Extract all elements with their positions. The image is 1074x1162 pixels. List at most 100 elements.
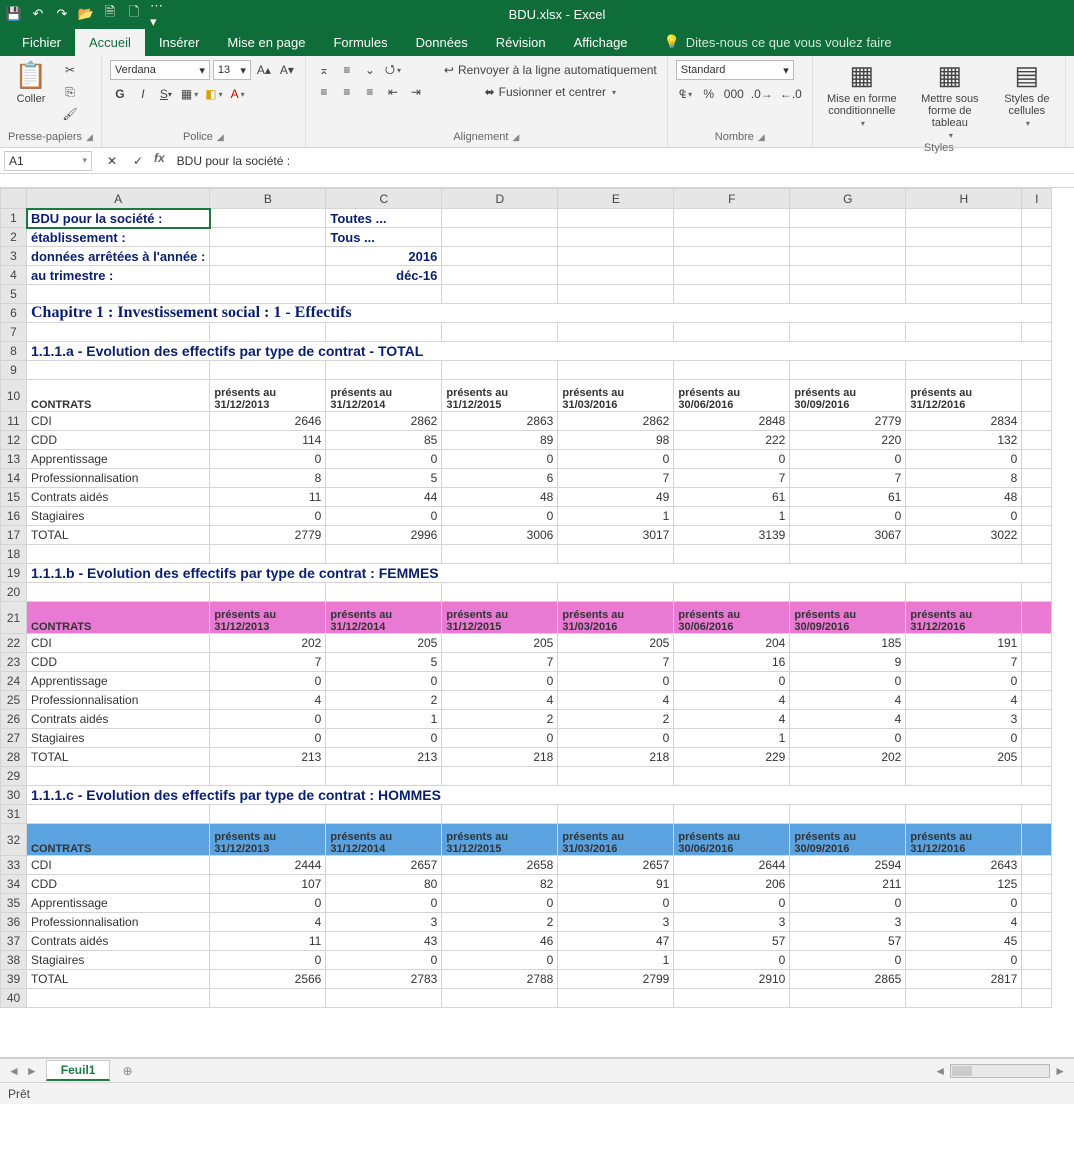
font-size-combo[interactable]: 13▾: [213, 60, 251, 80]
table-cell[interactable]: 2862: [558, 412, 674, 431]
borders-button[interactable]: ▦: [179, 84, 200, 104]
table-cell[interactable]: 80: [326, 875, 442, 894]
table-column-header[interactable]: présents au 30/06/2016: [674, 824, 790, 856]
table-cell[interactable]: 3: [326, 913, 442, 932]
table-cell[interactable]: 205: [558, 634, 674, 653]
table-cell[interactable]: 2444: [210, 856, 326, 875]
table-column-header[interactable]: présents au 30/09/2016: [790, 824, 906, 856]
table-row-label[interactable]: CDI: [27, 856, 210, 875]
table-cell[interactable]: 0: [210, 507, 326, 526]
table-row-label[interactable]: TOTAL: [27, 748, 210, 767]
table-cell[interactable]: 205: [906, 748, 1022, 767]
column-header[interactable]: D: [442, 189, 558, 209]
table-cell[interactable]: 0: [210, 672, 326, 691]
table-column-header[interactable]: présents au 30/09/2016: [790, 602, 906, 634]
cut-button[interactable]: ✂: [60, 60, 80, 80]
row-header[interactable]: 31: [1, 805, 27, 824]
open-icon[interactable]: 📂: [78, 6, 94, 22]
table-column-header[interactable]: présents au 31/12/2015: [442, 824, 558, 856]
tab-accueil[interactable]: Accueil: [75, 29, 145, 56]
scroll-right-icon[interactable]: ►: [1054, 1064, 1066, 1078]
indent-increase-button[interactable]: ⇥: [406, 82, 426, 102]
underline-button[interactable]: S▾: [156, 84, 176, 104]
row-header[interactable]: 40: [1, 989, 27, 1008]
tab-affichage[interactable]: Affichage: [560, 29, 642, 56]
table-cell[interactable]: 0: [558, 894, 674, 913]
table-cell[interactable]: 7: [558, 469, 674, 488]
align-top-button[interactable]: ⌅: [314, 60, 334, 80]
table-cell[interactable]: 1: [674, 507, 790, 526]
number-launcher-icon[interactable]: ◢: [758, 132, 765, 143]
number-format-combo[interactable]: Standard▾: [676, 60, 794, 80]
table-column-header[interactable]: présents au 31/12/2016: [906, 602, 1022, 634]
row-header[interactable]: 39: [1, 970, 27, 989]
row-header[interactable]: 16: [1, 507, 27, 526]
add-sheet-button[interactable]: ⊕: [118, 1062, 136, 1080]
row-header[interactable]: 10: [1, 380, 27, 412]
table-cell[interactable]: 0: [326, 894, 442, 913]
row-header[interactable]: 26: [1, 710, 27, 729]
name-box[interactable]: A1▾: [4, 151, 92, 171]
cell-styles-button[interactable]: ▤Styles de cellules: [997, 60, 1057, 128]
table-cell[interactable]: 0: [790, 507, 906, 526]
table-cell[interactable]: 0: [326, 951, 442, 970]
table-row-label[interactable]: Contrats aidés: [27, 710, 210, 729]
align-launcher-icon[interactable]: ◢: [512, 132, 519, 143]
cell[interactable]: Toutes ...: [326, 209, 442, 228]
decrease-decimal-button[interactable]: ←.0: [778, 84, 804, 104]
table-cell[interactable]: 11: [210, 932, 326, 951]
table-cell[interactable]: 61: [790, 488, 906, 507]
table-row-label[interactable]: Stagiaires: [27, 951, 210, 970]
table-cell[interactable]: 2: [558, 710, 674, 729]
table-cell[interactable]: 4: [674, 691, 790, 710]
table-corner-label[interactable]: CONTRATS: [27, 602, 210, 634]
table-column-header[interactable]: présents au 31/12/2013: [210, 602, 326, 634]
row-header[interactable]: 32: [1, 824, 27, 856]
table-cell[interactable]: 4: [790, 691, 906, 710]
row-header[interactable]: 34: [1, 875, 27, 894]
cell[interactable]: au trimestre :: [27, 266, 210, 285]
table-column-header[interactable]: présents au 31/12/2015: [442, 602, 558, 634]
row-header[interactable]: 28: [1, 748, 27, 767]
table-cell[interactable]: 2657: [326, 856, 442, 875]
table-cell[interactable]: 2848: [674, 412, 790, 431]
table-cell[interactable]: 1: [326, 710, 442, 729]
table-cell[interactable]: 16: [674, 653, 790, 672]
cell[interactable]: Tous ...: [326, 228, 442, 247]
table-column-header[interactable]: présents au 31/12/2014: [326, 602, 442, 634]
table-cell[interactable]: 222: [674, 431, 790, 450]
table-cell[interactable]: 114: [210, 431, 326, 450]
table-cell[interactable]: 3: [906, 710, 1022, 729]
table-cell[interactable]: 98: [558, 431, 674, 450]
font-name-combo[interactable]: Verdana▾: [110, 60, 210, 80]
table-cell[interactable]: 0: [442, 894, 558, 913]
table-cell[interactable]: 191: [906, 634, 1022, 653]
table-cell[interactable]: 0: [790, 729, 906, 748]
thousands-button[interactable]: 000: [722, 84, 746, 104]
table-row-label[interactable]: Apprentissage: [27, 672, 210, 691]
table-cell[interactable]: 1: [558, 951, 674, 970]
table-row-label[interactable]: Professionnalisation: [27, 913, 210, 932]
table-column-header[interactable]: présents au 31/12/2015: [442, 380, 558, 412]
table-cell[interactable]: 3017: [558, 526, 674, 545]
table-cell[interactable]: 2657: [558, 856, 674, 875]
row-header[interactable]: 5: [1, 285, 27, 304]
chapter-heading[interactable]: Chapitre 1 : Investissement social : 1 -…: [27, 304, 1052, 323]
increase-font-button[interactable]: A▴: [254, 60, 274, 80]
qat-customize-icon[interactable]: ⋯▾: [150, 6, 166, 22]
row-header[interactable]: 2: [1, 228, 27, 247]
table-cell[interactable]: 0: [442, 450, 558, 469]
table-cell[interactable]: 125: [906, 875, 1022, 894]
table-cell[interactable]: 211: [790, 875, 906, 894]
table-cell[interactable]: 0: [442, 729, 558, 748]
table-cell[interactable]: 3: [558, 913, 674, 932]
table-cell[interactable]: 0: [674, 951, 790, 970]
align-left-button[interactable]: ≡: [314, 82, 334, 102]
italic-button[interactable]: I: [133, 84, 153, 104]
table-cell[interactable]: 0: [790, 894, 906, 913]
sheet-tab[interactable]: Feuil1: [46, 1060, 111, 1081]
sheet-next-icon[interactable]: ►: [26, 1064, 38, 1078]
table-cell[interactable]: 0: [790, 672, 906, 691]
row-header[interactable]: 3: [1, 247, 27, 266]
table-cell[interactable]: 218: [442, 748, 558, 767]
